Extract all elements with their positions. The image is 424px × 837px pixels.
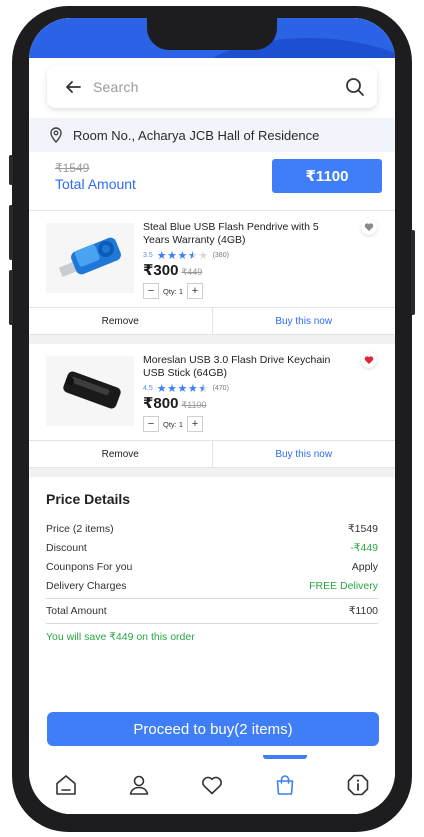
plus-icon[interactable]: +: [187, 283, 204, 299]
usb-drive-black-image: [63, 371, 121, 409]
usb-drive-blue-image: [58, 237, 121, 278]
item-actions: Remove Buy this now: [29, 440, 395, 468]
buy-now-button[interactable]: Buy this now: [213, 441, 396, 467]
product-title[interactable]: Steal Blue USB Flash Pendrive with 5 Yea…: [143, 221, 333, 247]
row-value: ₹1549: [347, 523, 378, 535]
side-button: [9, 270, 13, 325]
row-value: FREE Delivery: [309, 580, 378, 592]
savings-text: You will save ₹449 on this order: [46, 631, 195, 643]
info-icon: [348, 774, 369, 796]
original-price: ₹449: [181, 267, 203, 277]
remove-button[interactable]: Remove: [29, 308, 213, 334]
rating-count: (470): [212, 385, 229, 392]
nav-bag[interactable]: [249, 755, 322, 814]
price-details-title: Price Details: [46, 491, 131, 507]
proceed-to-buy-button[interactable]: Proceed to buy(2 items): [47, 712, 379, 746]
price-row: Price (2 items) ₹1549: [46, 523, 378, 535]
spacer: [29, 335, 395, 344]
search-icon[interactable]: [345, 77, 365, 97]
buy-now-button[interactable]: Buy this now: [213, 308, 396, 334]
pay-total-button[interactable]: ₹1100: [272, 159, 382, 193]
row-label: Delivery Charges: [46, 580, 127, 592]
row-label: Price (2 items): [46, 523, 114, 535]
nav-profile[interactable]: [102, 755, 175, 814]
cart-item: Steal Blue USB Flash Pendrive with 5 Yea…: [29, 211, 395, 335]
sale-price: ₹300: [143, 262, 179, 279]
original-price: ₹1100: [181, 400, 207, 410]
side-button: [9, 155, 13, 185]
item-actions: Remove Buy this now: [29, 307, 395, 335]
quantity-label: Qty: 1: [163, 286, 184, 296]
home-icon: [55, 775, 76, 795]
nav-info[interactable]: [322, 755, 395, 814]
discount-row: Discount -₹449: [46, 542, 378, 554]
quantity-label: Qty: 1: [163, 419, 184, 429]
product-price: ₹800 ₹1100: [143, 394, 207, 412]
nav-home[interactable]: [29, 755, 102, 814]
row-label: Total Amount: [46, 605, 107, 617]
location-pin-icon: [50, 127, 62, 143]
profile-icon: [129, 775, 149, 795]
side-button: [9, 205, 13, 260]
wishlist-heart-icon[interactable]: [361, 352, 377, 368]
rating-count: (380): [212, 252, 229, 259]
bag-icon: [276, 775, 294, 795]
total-row: Total Amount ₹1100: [46, 605, 378, 617]
rating-value: 3.5: [143, 252, 153, 259]
old-total: ₹1549: [55, 161, 90, 175]
total-amount-label: Total Amount: [55, 176, 136, 192]
search-bar[interactable]: Search: [47, 66, 377, 108]
quantity-stepper: − Qty: 1 +: [143, 416, 204, 432]
screen: Search Room No., Acharya JCB Hall of Res…: [29, 18, 395, 814]
active-indicator: [263, 755, 308, 759]
wishlist-heart-icon[interactable]: [361, 219, 377, 235]
minus-icon[interactable]: −: [143, 416, 159, 432]
rating-value: 4.5: [143, 385, 153, 392]
address-text: Room No., Acharya JCB Hall of Residence: [73, 127, 320, 143]
minus-icon[interactable]: −: [143, 283, 159, 299]
remove-button[interactable]: Remove: [29, 441, 213, 467]
divider: [46, 598, 378, 599]
plus-icon[interactable]: +: [187, 416, 204, 432]
nav-wishlist[interactable]: [175, 755, 248, 814]
heart-icon: [202, 776, 222, 795]
row-label: Discount: [46, 542, 87, 554]
product-price: ₹300 ₹449: [143, 261, 202, 279]
row-value: ₹1100: [348, 605, 378, 617]
delivery-address[interactable]: Room No., Acharya JCB Hall of Residence: [29, 118, 395, 152]
side-button: [411, 230, 415, 315]
notch: [147, 18, 277, 50]
bottom-nav: [29, 755, 395, 814]
quantity-stepper: − Qty: 1 +: [143, 283, 204, 299]
product-image[interactable]: [46, 223, 134, 293]
cart-item: Moreslan USB 3.0 Flash Drive Keychain US…: [29, 344, 395, 468]
coupon-row: Counpons For you Apply: [46, 561, 378, 573]
cart-page: Search Room No., Acharya JCB Hall of Res…: [29, 58, 395, 814]
row-label: Counpons For you: [46, 561, 133, 573]
product-image[interactable]: [46, 356, 134, 426]
divider: [46, 623, 378, 624]
back-arrow-icon[interactable]: [65, 79, 81, 95]
apply-coupon-link[interactable]: Apply: [352, 561, 378, 573]
product-title[interactable]: Moreslan USB 3.0 Flash Drive Keychain US…: [143, 354, 333, 380]
total-summary: ₹1549 Total Amount ₹1100: [29, 154, 395, 210]
row-value: -₹449: [350, 542, 378, 554]
search-input[interactable]: Search: [93, 79, 345, 95]
spacer: [29, 468, 395, 477]
sale-price: ₹800: [143, 395, 179, 412]
delivery-row: Delivery Charges FREE Delivery: [46, 580, 378, 592]
